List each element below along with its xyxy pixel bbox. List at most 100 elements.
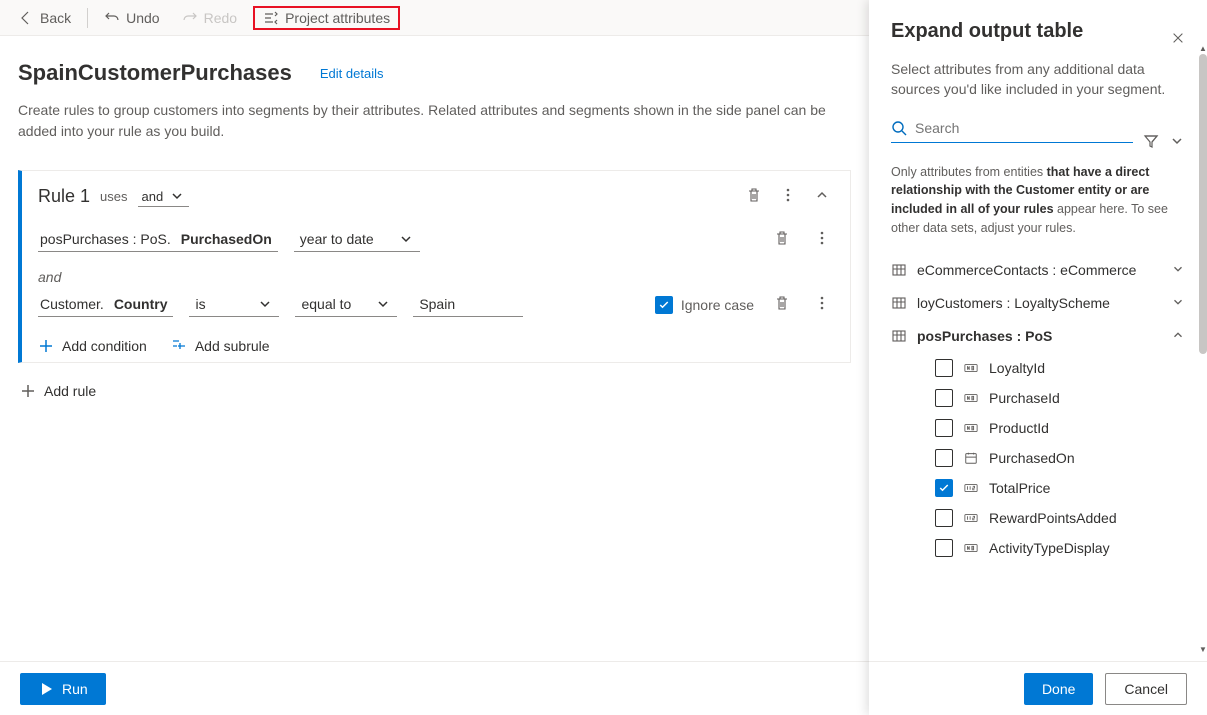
datatype-icon [963,541,979,555]
attribute-label: LoyaltyId [989,360,1045,376]
attribute-checkbox[interactable] [935,479,953,497]
attribute-checkbox[interactable] [935,509,953,527]
panel-footer: Done Cancel [869,661,1207,715]
chevron-down-icon [257,296,273,312]
add-subrule-button[interactable]: Add subrule [171,338,270,354]
attribute-row[interactable]: PurchaseId [891,383,1185,413]
search-icon [891,120,907,136]
attribute-row[interactable]: TotalPrice [891,473,1185,503]
datatype-icon [963,511,979,525]
rule-uses-label: uses [100,189,127,204]
attribute-checkbox[interactable] [935,389,953,407]
condition1-attribute[interactable]: posPurchases : PoS.PurchasedOn [38,227,278,252]
project-attributes-label: Project attributes [285,10,390,26]
condition1-range-dropdown[interactable]: year to date [294,227,420,252]
panel-cancel-button[interactable]: Cancel [1105,673,1187,705]
attribute-row[interactable]: PurchasedOn [891,443,1185,473]
close-icon[interactable] [1171,31,1185,48]
condition1-attr: PurchasedOn [181,231,272,247]
condition2-attr: Country [114,296,168,312]
add-condition-label: Add condition [62,338,147,354]
attribute-checkbox[interactable] [935,359,953,377]
condition2-op2-dropdown[interactable]: equal to [295,292,397,317]
redo-icon [182,10,198,26]
back-label: Back [40,10,71,26]
done-button[interactable]: Done [1024,673,1093,705]
attribute-label: ActivityTypeDisplay [989,540,1110,556]
attribute-label: PurchaseId [989,390,1060,406]
project-attributes-button[interactable]: Project attributes [253,6,400,30]
scroll-down-icon[interactable]: ▼ [1199,643,1207,655]
condition2-op1-dropdown[interactable]: is [189,292,279,317]
rule-operator-dropdown[interactable]: and [138,186,190,207]
chevron-down-icon [169,188,185,204]
attribute-label: PurchasedOn [989,450,1075,466]
panel-note-pre: Only attributes from entities [891,165,1047,179]
panel-description: Select attributes from any additional da… [891,59,1185,100]
add-rule-button[interactable]: Add rule [20,383,96,399]
rule-operator-value: and [142,189,164,204]
attribute-row[interactable]: RewardPointsAdded [891,503,1185,533]
chevron-down-icon [375,296,391,312]
undo-button[interactable]: Undo [98,6,165,30]
back-arrow-icon [18,10,34,26]
table-icon [891,262,907,278]
panel-note: Only attributes from entities that have … [891,163,1185,238]
datatype-icon [963,421,979,435]
more-condition2-icon[interactable] [810,291,834,318]
attribute-row[interactable]: ProductId [891,413,1185,443]
delete-rule-icon[interactable] [742,183,766,210]
scroll-up-icon[interactable]: ▲ [1199,42,1207,54]
chevron-down-icon [1171,262,1185,279]
entity-label: posPurchases : PoS [917,328,1052,344]
entity-label: loyCustomers : LoyaltyScheme [917,295,1110,311]
search-input-wrap[interactable] [891,120,1133,143]
condition2-op1-value: is [195,296,205,312]
rule-card: Rule 1 uses and posPurchases : PoS.Purch… [18,170,851,363]
attribute-checkbox[interactable] [935,449,953,467]
segment-title: SpainCustomerPurchases [18,60,292,86]
chevron-down-icon[interactable] [1169,133,1185,149]
chevron-up-icon [1171,328,1185,345]
ignore-case-checkbox[interactable]: Ignore case [655,296,754,314]
panel-title: Expand output table [891,20,1083,43]
collapse-rule-icon[interactable] [810,183,834,210]
entity-label: eCommerceContacts : eCommerce [917,262,1136,278]
delete-condition1-icon[interactable] [770,226,794,253]
condition2-entity: Customer. [40,296,104,312]
datatype-icon [963,481,979,495]
condition-join: and [38,263,834,291]
back-button[interactable]: Back [12,6,77,30]
more-rule-icon[interactable] [776,183,800,210]
redo-button[interactable]: Redo [176,6,243,30]
datatype-icon [963,361,979,375]
side-panel: Expand output table Select attributes fr… [869,0,1207,715]
entity-row[interactable]: eCommerceContacts : eCommerce [891,254,1185,287]
delete-condition2-icon[interactable] [770,291,794,318]
attribute-label: RewardPointsAdded [989,510,1117,526]
attribute-checkbox[interactable] [935,539,953,557]
condition1-range-value: year to date [300,231,374,247]
condition2-op2-value: equal to [301,296,351,312]
run-button[interactable]: Run [20,673,106,705]
main-content: SpainCustomerPurchases Edit details Crea… [0,36,869,661]
edit-details-link[interactable]: Edit details [320,66,384,81]
attribute-checkbox[interactable] [935,419,953,437]
run-label: Run [62,681,88,697]
scrollbar-thumb[interactable] [1199,54,1207,354]
plus-icon [20,383,36,399]
condition2-value-input[interactable]: Spain [413,292,523,317]
datatype-icon [963,451,979,465]
more-condition1-icon[interactable] [810,226,834,253]
attribute-row[interactable]: ActivityTypeDisplay [891,533,1185,563]
condition2-attribute[interactable]: Customer. Country [38,292,173,317]
attribute-row[interactable]: LoyaltyId [891,353,1185,383]
search-input[interactable] [915,120,1133,136]
ignore-case-label: Ignore case [681,297,754,313]
filter-icon[interactable] [1143,133,1159,149]
table-icon [891,295,907,311]
entity-row[interactable]: posPurchases : PoS [891,320,1185,353]
add-condition-button[interactable]: Add condition [38,338,147,354]
entity-row[interactable]: loyCustomers : LoyaltyScheme [891,287,1185,320]
play-icon [38,681,54,697]
